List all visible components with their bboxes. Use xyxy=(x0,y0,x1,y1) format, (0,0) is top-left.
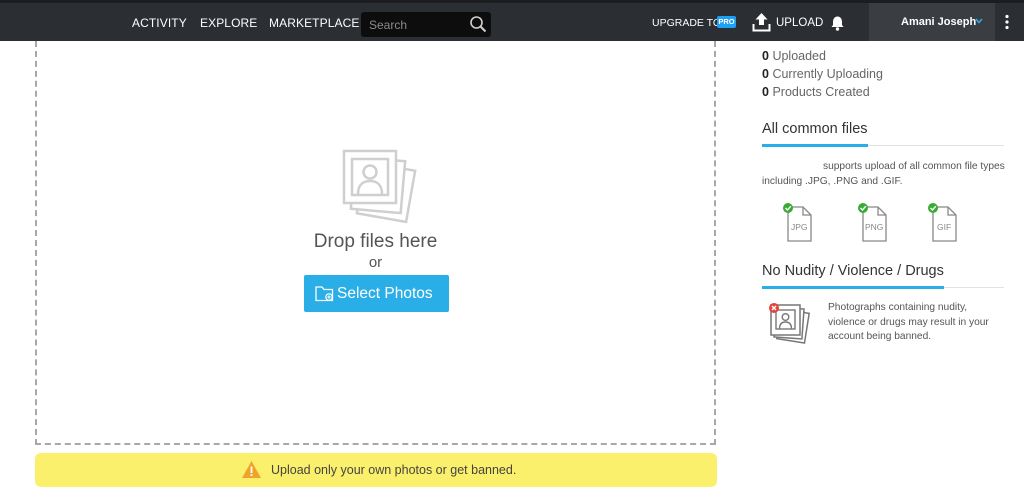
user-menu[interactable]: Amani Joseph xyxy=(869,3,995,41)
stat-uploaded: 0 Uploaded xyxy=(762,49,826,63)
stat-currently-uploading: 0 Currently Uploading xyxy=(762,67,883,81)
stat-label: Uploaded xyxy=(772,49,826,63)
search-box xyxy=(361,12,491,37)
select-photos-label: Select Photos xyxy=(337,285,433,302)
file-type-label: JPG xyxy=(791,222,808,232)
nav-marketplace[interactable]: MARKETPLACE xyxy=(269,16,359,30)
chevron-down-icon xyxy=(975,18,983,24)
stat-count: 0 xyxy=(762,85,769,99)
nav-activity[interactable]: ACTIVITY xyxy=(132,16,187,30)
bell-icon[interactable] xyxy=(830,15,845,31)
warning-text: Upload only your own photos or get banne… xyxy=(271,463,517,477)
stat-count: 0 xyxy=(762,49,769,63)
upload-button[interactable]: UPLOAD xyxy=(776,17,823,29)
stat-label: Currently Uploading xyxy=(772,67,883,81)
file-type-label: PNG xyxy=(865,222,884,232)
section-accent-underline xyxy=(762,144,868,147)
search-icon[interactable] xyxy=(469,15,487,33)
common-files-title: All common files xyxy=(762,121,868,137)
photos-stack-icon xyxy=(342,149,417,224)
photo-drop-zone[interactable]: Drop files here or Select Photos xyxy=(35,41,716,445)
upload-icon[interactable] xyxy=(752,12,771,32)
select-photos-button[interactable]: Select Photos xyxy=(304,275,449,312)
no-nudity-line3: account being banned. xyxy=(828,331,932,342)
warning-icon xyxy=(242,461,261,478)
banned-photos-icon xyxy=(769,303,811,344)
file-type-label: GIF xyxy=(937,222,952,232)
file-type-gif: GIF xyxy=(928,202,958,242)
search-input[interactable] xyxy=(369,16,464,33)
no-nudity-line2: violence or drugs may result in your xyxy=(828,317,989,328)
stat-products-created: 0 Products Created xyxy=(762,85,870,99)
more-options-icon[interactable] xyxy=(1004,14,1010,30)
warning-banner: Upload only your own photos or get banne… xyxy=(35,453,717,487)
common-files-line2: including .JPG, .PNG and .GIF. xyxy=(762,176,903,187)
pro-badge[interactable]: PRO xyxy=(717,16,736,28)
no-nudity-line1: Photographs containing nudity, xyxy=(828,302,968,313)
no-nudity-title: No Nudity / Violence / Drugs xyxy=(762,263,944,279)
top-navigation-bar: ACTIVITY EXPLORE MARKETPLACE UPGRADE TO … xyxy=(0,0,1024,41)
nav-explore[interactable]: EXPLORE xyxy=(200,16,257,30)
section-accent-underline xyxy=(762,286,944,289)
folder-icon xyxy=(315,286,334,302)
user-name: Amani Joseph xyxy=(901,16,977,28)
or-text: or xyxy=(368,254,383,271)
drop-files-text: Drop files here xyxy=(313,231,438,252)
file-type-jpg: JPG xyxy=(783,202,813,242)
file-type-png: PNG xyxy=(858,202,888,242)
stat-label: Products Created xyxy=(772,85,870,99)
upgrade-link[interactable]: UPGRADE TO xyxy=(652,17,721,29)
common-files-line1: supports upload of all common file types xyxy=(823,161,1005,172)
stat-count: 0 xyxy=(762,67,769,81)
